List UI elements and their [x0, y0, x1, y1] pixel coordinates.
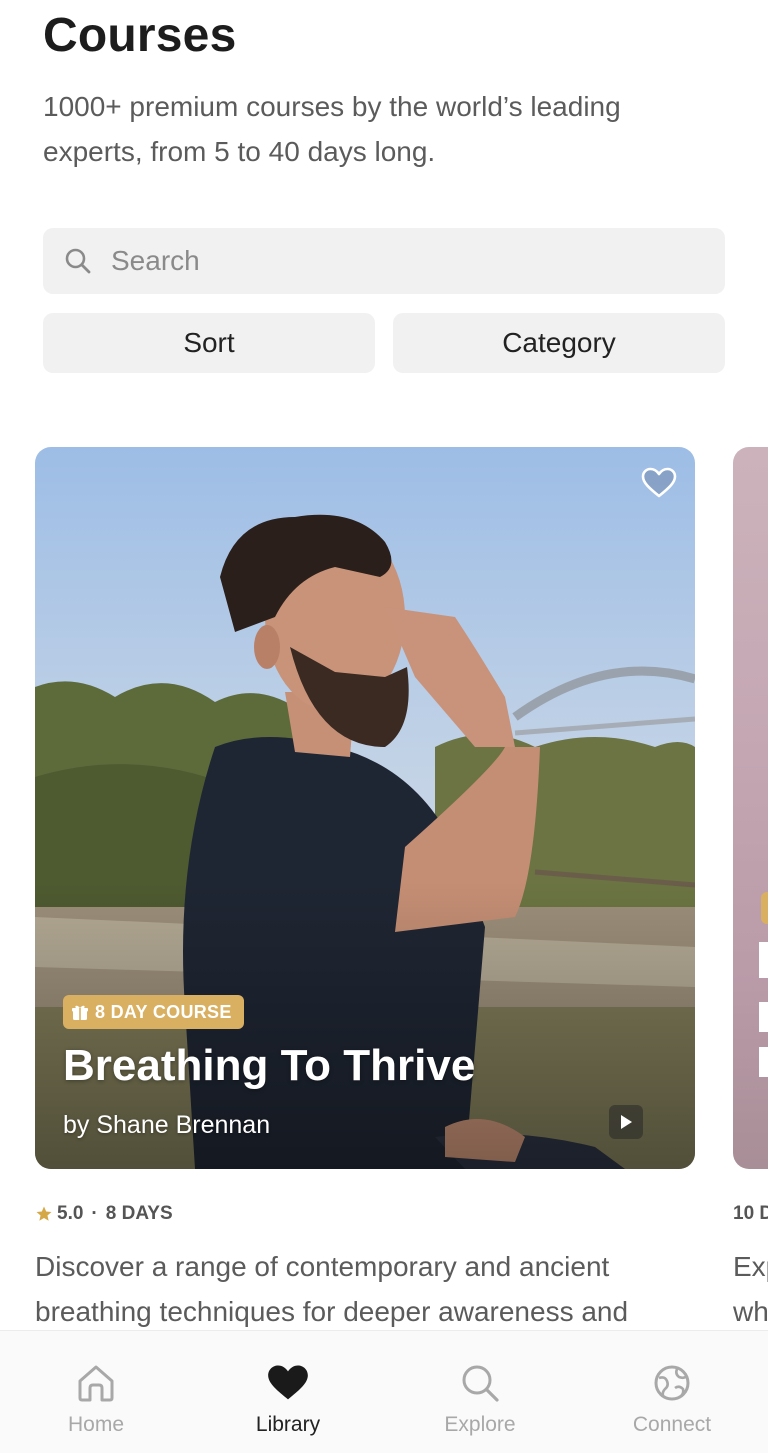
course-meta: 5.0 · 8 DAYS [35, 1203, 173, 1225]
course-description: Discover a range of contemporary and anc… [35, 1251, 629, 1327]
next-course-card[interactable] [733, 447, 768, 1169]
play-button[interactable] [609, 1105, 643, 1139]
star-icon [35, 1205, 53, 1223]
tab-connect-label: Connect [632, 1413, 712, 1436]
search-icon [458, 1361, 502, 1405]
course-length-badge: 8 DAY COURSE [63, 995, 244, 1029]
search-bar[interactable] [43, 228, 725, 294]
globe-icon [650, 1361, 694, 1405]
tab-home[interactable]: Home [0, 1331, 192, 1453]
course-rating: 5.0 [57, 1203, 84, 1224]
next-course-description: Exp wh [733, 1251, 768, 1327]
tab-library[interactable]: Library [192, 1331, 384, 1453]
next-course-title-fragment-2 [759, 1002, 768, 1032]
next-course-title-fragment [759, 942, 768, 978]
gift-icon [71, 1003, 89, 1021]
category-button[interactable]: Category [393, 313, 725, 373]
next-course-title-fragment-3 [759, 1047, 768, 1077]
next-course-meta: 10 D [733, 1203, 768, 1224]
sort-button[interactable]: Sort [43, 313, 375, 373]
sort-label: Sort [183, 327, 235, 358]
favorite-button[interactable] [639, 463, 679, 503]
course-card[interactable]: 8 DAY COURSE Breathing To Thrive by Shan… [35, 447, 695, 1169]
search-input[interactable] [109, 244, 673, 278]
play-icon [619, 1114, 633, 1130]
course-author: by Shane Brennan [63, 1111, 271, 1139]
tab-explore[interactable]: Explore [384, 1331, 576, 1453]
page-subtitle: 1000+ premium courses by the world’s lea… [43, 91, 621, 167]
page-title: Courses [43, 9, 237, 62]
heart-outline-icon [641, 467, 677, 499]
course-title: Breathing To Thrive [63, 1041, 476, 1090]
heart-icon [266, 1361, 310, 1405]
tab-connect[interactable]: Connect [576, 1331, 768, 1453]
bottom-tab-bar: Home Library Explore Connect [0, 1330, 768, 1453]
category-label: Category [502, 327, 616, 358]
next-course-badge [761, 892, 768, 924]
tab-home-label: Home [67, 1413, 125, 1436]
course-duration: 8 DAYS [105, 1203, 173, 1224]
meta-separator: · [91, 1203, 98, 1224]
search-icon [63, 246, 93, 276]
tab-library-label: Library [255, 1413, 321, 1436]
tab-explore-label: Explore [444, 1413, 516, 1436]
badge-label: 8 DAY COURSE [95, 1001, 232, 1022]
home-icon [74, 1361, 118, 1405]
